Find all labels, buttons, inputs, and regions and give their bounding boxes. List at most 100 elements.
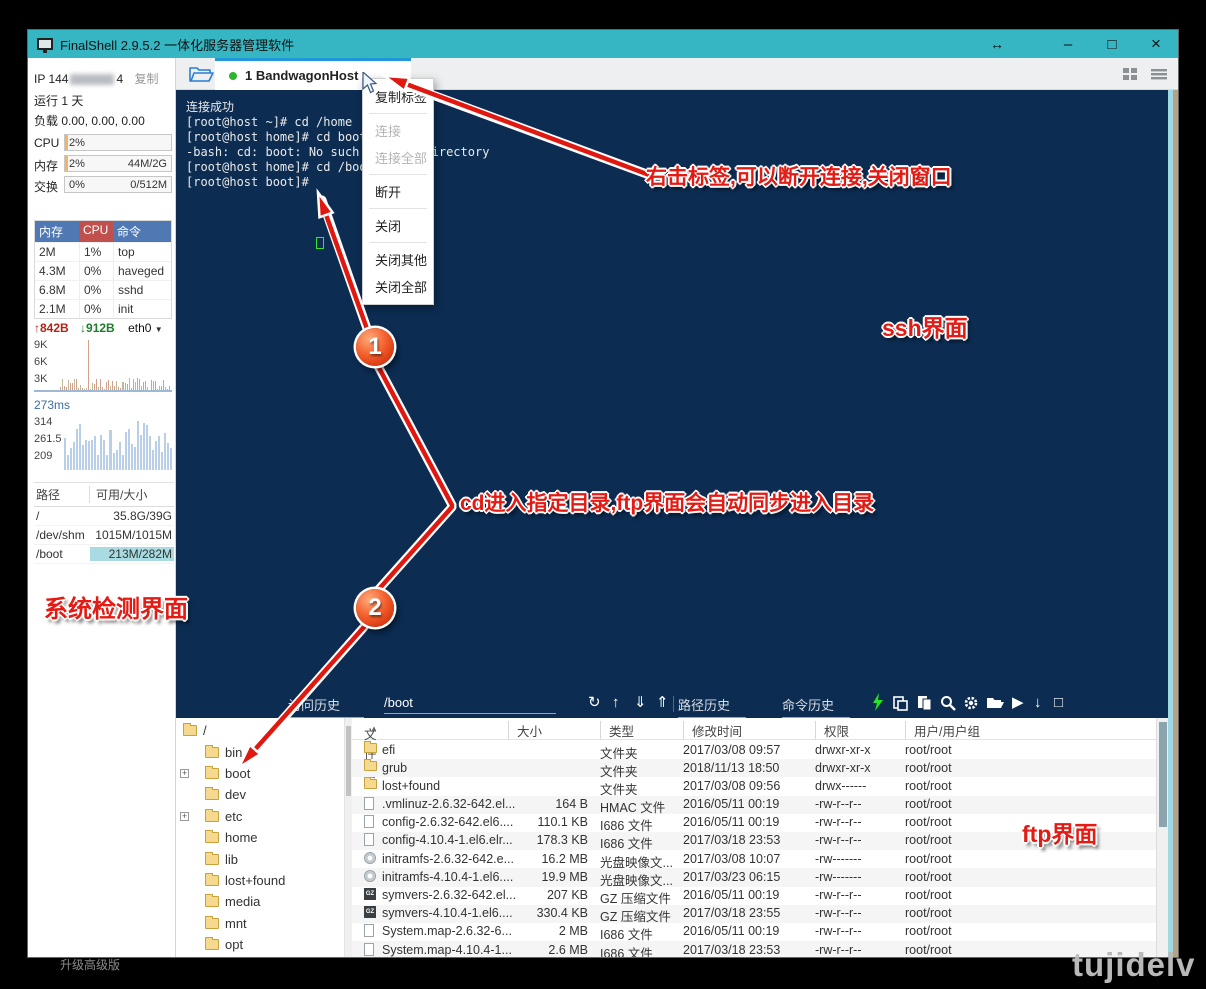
file-row[interactable]: symvers-2.6.32-642.el... 207 KB GZ 压缩文件 … bbox=[352, 887, 1168, 905]
download-all-icon[interactable]: ↓ bbox=[1034, 694, 1042, 712]
interface-select[interactable]: eth0 ▼ bbox=[128, 321, 163, 335]
file-row[interactable]: initramfs-4.10.4-1.el6.... 19.9 MB 光盘映像文… bbox=[352, 868, 1168, 886]
file-row[interactable]: grub 文件夹 2018/11/13 18:50 drwxr-xr-x roo… bbox=[352, 759, 1168, 777]
upload-icon[interactable]: ⇑ bbox=[656, 694, 669, 712]
close-button[interactable]: × bbox=[1134, 34, 1178, 54]
ping-value: 273ms bbox=[34, 398, 70, 412]
tree-row[interactable]: bin bbox=[176, 741, 344, 762]
disk-avail: 1015M/1015M bbox=[90, 528, 174, 542]
tree-row[interactable]: dev bbox=[176, 784, 344, 805]
header-perm[interactable]: 权限 bbox=[815, 721, 849, 740]
context-menu-item[interactable]: 连接 bbox=[363, 117, 433, 144]
minimize-button[interactable]: – bbox=[1046, 36, 1090, 53]
tree-row[interactable]: etc bbox=[176, 806, 344, 827]
tree-row[interactable]: / bbox=[176, 720, 344, 741]
settings-gear-icon[interactable] bbox=[963, 695, 979, 711]
tree-row[interactable]: opt bbox=[176, 934, 344, 955]
file-size: 178.3 KB bbox=[498, 833, 588, 847]
visit-history-dropdown[interactable]: 访问历史 bbox=[288, 695, 364, 718]
context-menu-item[interactable]: 断开 bbox=[363, 178, 433, 205]
tree-scrollbar[interactable] bbox=[345, 718, 352, 957]
context-menu-item[interactable]: 关闭 bbox=[363, 212, 433, 239]
file-row[interactable]: initramfs-2.6.32-642.e... 16.2 MB 光盘映像文.… bbox=[352, 850, 1168, 868]
file-owner: root/root bbox=[905, 906, 1000, 920]
copy-ip-button[interactable]: 复制 bbox=[135, 72, 159, 86]
disk-row[interactable]: /dev/shm 1015M/1015M bbox=[34, 526, 174, 545]
ping-graph-ticks: 314261.5209 bbox=[34, 416, 62, 467]
tab-label: 1 BandwagonHost bbox=[245, 68, 358, 83]
open-connection-button[interactable] bbox=[188, 64, 214, 84]
swap-detail: 0/512M bbox=[130, 179, 167, 191]
folder-icon bbox=[205, 832, 219, 843]
file-row[interactable]: symvers-4.10.4-1.el6.... 330.4 KB GZ 压缩文… bbox=[352, 905, 1168, 923]
speed-boost-icon[interactable] bbox=[872, 693, 884, 711]
tree-label: boot bbox=[225, 766, 250, 781]
cmd-history-dropdown[interactable]: 命令历史 bbox=[782, 695, 850, 718]
menu-icon[interactable] bbox=[1150, 66, 1168, 82]
refresh-icon[interactable]: ↻ bbox=[588, 694, 601, 712]
up-directory-icon[interactable]: ↑ bbox=[612, 694, 620, 712]
tree-row[interactable]: media bbox=[176, 891, 344, 912]
run-icon[interactable]: ▶ bbox=[1012, 694, 1024, 712]
context-menu-item[interactable] bbox=[369, 174, 427, 175]
expander-icon[interactable] bbox=[180, 769, 189, 778]
disk-row[interactable]: / 35.8G/39G bbox=[34, 507, 174, 526]
process-table[interactable]: 内存 CPU 命令 2M 1% top 4.3M 0% haveged bbox=[34, 220, 172, 319]
connected-dot-icon bbox=[229, 72, 237, 80]
file-row[interactable]: lost+found 文件夹 2017/03/08 09:56 drwx----… bbox=[352, 777, 1168, 795]
open-folder-icon[interactable] bbox=[986, 695, 1004, 710]
grid-view-icon[interactable] bbox=[1122, 66, 1140, 82]
context-menu-item[interactable]: 关闭全部 bbox=[363, 273, 433, 300]
folder-icon bbox=[205, 811, 219, 822]
search-icon[interactable] bbox=[940, 695, 956, 711]
disk-row[interactable]: /boot 213M/282M bbox=[34, 545, 174, 564]
context-menu-item[interactable] bbox=[369, 242, 427, 243]
expander-icon[interactable] bbox=[180, 812, 189, 821]
file-list-scrollbar[interactable] bbox=[1156, 718, 1168, 957]
terminal-line: [root@host ~]# cd /home bbox=[176, 115, 1168, 130]
tree-row[interactable]: lib bbox=[176, 848, 344, 869]
header-type[interactable]: 类型 bbox=[600, 721, 634, 740]
mem-meter: 2% 44M/2G bbox=[64, 155, 172, 172]
file-owner: root/root bbox=[905, 815, 1000, 829]
tree-row[interactable]: home bbox=[176, 827, 344, 848]
resize-icon[interactable]: ↔ bbox=[990, 30, 1004, 58]
file-type-icon bbox=[364, 815, 374, 828]
tree-label: media bbox=[225, 894, 260, 909]
header-mtime[interactable]: 修改时间 bbox=[683, 721, 742, 740]
annotation-right-click-tab: 右击标签,可以断开连接,关闭窗口 bbox=[646, 161, 952, 191]
file-row[interactable]: .vmlinuz-2.6.32-642.el... 164 B HMAC 文件 … bbox=[352, 796, 1168, 814]
process-mem: 6.8M bbox=[35, 281, 79, 299]
download-icon[interactable]: ⇓ bbox=[634, 694, 647, 712]
file-row[interactable]: System.map-2.6.32-6... 2 MB I686 文件 2016… bbox=[352, 923, 1168, 941]
file-size: 207 KB bbox=[498, 888, 588, 902]
upgrade-link[interactable]: 升级高级版 bbox=[60, 956, 120, 973]
path-input[interactable]: /boot bbox=[384, 695, 556, 714]
tree-row[interactable]: lost+found bbox=[176, 870, 344, 891]
header-owner[interactable]: 用户/用户组 bbox=[905, 721, 980, 740]
paste-icon[interactable] bbox=[916, 695, 932, 711]
process-row[interactable]: 2.1M 0% init bbox=[35, 299, 171, 318]
file-row[interactable]: efi 文件夹 2017/03/08 09:57 drwxr-xr-x root… bbox=[352, 741, 1168, 759]
context-menu-item[interactable]: 关闭其他 bbox=[363, 246, 433, 273]
file-row[interactable]: System.map-4.10.4-1... 2.6 MB I686 文件 20… bbox=[352, 941, 1168, 957]
disk-table-header: 路径 可用/大小 bbox=[34, 483, 174, 507]
new-window-icon[interactable]: □ bbox=[1054, 694, 1063, 712]
disk-table[interactable]: 路径 可用/大小 / 35.8G/39G /dev/shm 1015M/1015… bbox=[34, 482, 174, 564]
process-row[interactable]: 2M 1% top bbox=[35, 242, 171, 261]
tree-row[interactable]: boot bbox=[176, 763, 344, 784]
process-row[interactable]: 4.3M 0% haveged bbox=[35, 261, 171, 280]
context-menu-item[interactable] bbox=[369, 113, 427, 114]
maximize-button[interactable]: □ bbox=[1090, 36, 1134, 53]
dropdown-icon: ▼ bbox=[155, 325, 163, 334]
context-menu-item[interactable]: 连接全部 bbox=[363, 144, 433, 171]
file-perm: -rw-r--r-- bbox=[815, 924, 901, 938]
file-perm: -rw-r--r-- bbox=[815, 888, 901, 902]
path-history-dropdown[interactable]: 路径历史 bbox=[678, 695, 746, 718]
header-size[interactable]: 大小 bbox=[508, 721, 542, 740]
context-menu-item[interactable] bbox=[369, 208, 427, 209]
process-row[interactable]: 6.8M 0% sshd bbox=[35, 280, 171, 299]
file-mtime: 2016/05/11 00:19 bbox=[683, 888, 811, 902]
copy-icon[interactable] bbox=[892, 695, 908, 711]
tree-row[interactable]: mnt bbox=[176, 913, 344, 934]
